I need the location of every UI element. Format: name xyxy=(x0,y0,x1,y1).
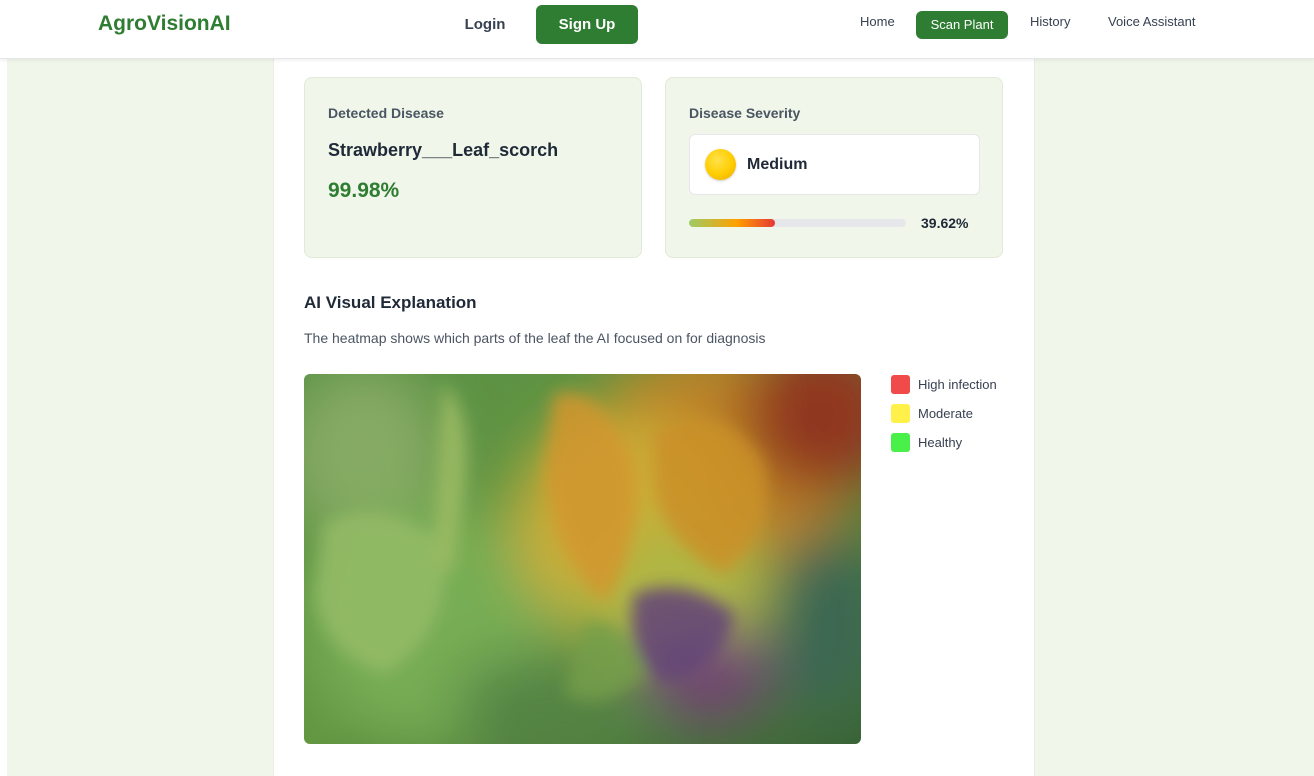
nav-link-voice-assistant[interactable]: Voice Assistant xyxy=(1108,6,1195,38)
legend-label-moderate: Moderate xyxy=(918,406,973,421)
ai-explanation-title: AI Visual Explanation xyxy=(304,293,477,312)
left-background-strip xyxy=(0,59,7,776)
disease-severity-card: Disease Severity Medium 39.62% xyxy=(665,77,1003,258)
navbar: AgroVisionAI Login Sign Up Home Scan Pla… xyxy=(0,0,1314,59)
nav-link-scan-plant[interactable]: Scan Plant xyxy=(916,11,1008,39)
leaf-heatmap-image xyxy=(304,374,861,744)
severity-progress-bar xyxy=(689,219,906,227)
disease-name: Strawberry___Leaf_scorch xyxy=(328,140,559,160)
nav-link-history[interactable]: History xyxy=(1030,6,1070,38)
legend-label-healthy: Healthy xyxy=(918,435,963,450)
legend-swatch-healthy xyxy=(891,433,910,452)
nav-link-home[interactable]: Home xyxy=(860,6,895,38)
legend-label-high-infection: High infection xyxy=(918,377,997,392)
severity-percent: 39.62% xyxy=(921,215,969,231)
detected-disease-card: Detected Disease Strawberry___Leaf_scorc… xyxy=(304,77,642,258)
login-button[interactable]: Login xyxy=(447,6,523,42)
severity-level-box: Medium xyxy=(689,134,980,195)
legend-swatch-moderate xyxy=(891,404,910,423)
severity-level-text: Medium xyxy=(747,156,808,173)
confidence-value: 99.98% xyxy=(328,179,400,202)
brand-logo[interactable]: AgroVisionAI xyxy=(98,12,231,36)
legend-swatch-high-infection xyxy=(891,375,910,394)
signup-button[interactable]: Sign Up xyxy=(536,5,638,44)
severity-progress-fill xyxy=(689,219,775,227)
yellow-circle-icon xyxy=(705,149,736,180)
disease-severity-label: Disease Severity xyxy=(689,105,801,121)
heatmap-graphic xyxy=(304,374,861,744)
ai-explanation-description: The heatmap shows which parts of the lea… xyxy=(304,330,766,346)
detected-disease-label: Detected Disease xyxy=(328,105,444,121)
